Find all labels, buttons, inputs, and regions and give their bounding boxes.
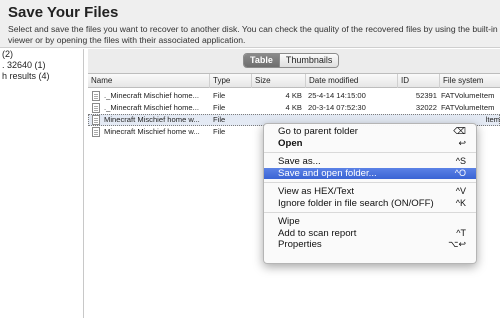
menu-item-label: Wipe <box>278 216 300 227</box>
file-icon <box>92 91 100 101</box>
menu-item-label: Go to parent folder <box>278 126 358 137</box>
menu-item-wipe[interactable]: Wipe <box>264 216 476 228</box>
cell-type: File <box>213 127 226 136</box>
view-toggle: Table Thumbnails <box>243 53 340 68</box>
column-header-date[interactable]: Date modified <box>306 74 398 88</box>
sidebar: (2) . 32640 (1) h results (4) <box>0 49 84 318</box>
column-header-size[interactable]: Size <box>252 74 306 88</box>
menu-item-shortcut: ⌥↩ <box>448 239 466 249</box>
menu-separator <box>264 152 476 153</box>
menu-item-label: Properties <box>278 239 322 250</box>
menu-item-label: Open <box>278 137 303 149</box>
menu-item-label: Add to scan report <box>278 227 357 239</box>
menu-separator <box>264 212 476 213</box>
sidebar-item[interactable]: . 32640 (1) <box>0 60 83 71</box>
context-menu: Go to parent folder ⌫ Open ↩ Save as... … <box>263 123 477 264</box>
cell-name: ._Minecraft Mischief home... <box>104 103 199 112</box>
menu-item-shortcut: ^S <box>455 156 466 166</box>
file-icon <box>92 103 100 113</box>
cell-date: 25-4-14 14:15:00 <box>308 91 366 100</box>
table-view-button[interactable]: Table <box>244 54 279 67</box>
cell-name: Minecraft Mischief home w... <box>104 115 200 124</box>
menu-item-save-and-open-folder[interactable]: Save and open folder... ^O <box>264 167 476 179</box>
table-row[interactable]: ._Minecraft Mischief home... File 4 KB 2… <box>88 102 500 114</box>
cell-type: File <box>213 103 226 112</box>
cell-size: 4 KB <box>285 103 302 112</box>
column-header-name[interactable]: Name <box>88 74 210 88</box>
menu-item-shortcut: ^K <box>455 197 466 208</box>
file-icon <box>92 127 100 137</box>
cell-size: 4 KB <box>285 91 302 100</box>
cell-filesystem: FATVolumeItem <box>441 91 495 100</box>
menu-item-shortcut: ⌫ <box>453 126 466 136</box>
cell-type: File <box>213 115 226 124</box>
cell-id: 32022 <box>415 103 437 112</box>
header: Save Your Files Select and save the file… <box>0 0 500 48</box>
thumbnails-view-button[interactable]: Thumbnails <box>278 54 339 67</box>
menu-item-shortcut: ^T <box>456 227 466 238</box>
cell-filesystem: FATVolumeItem <box>441 103 495 112</box>
column-header-filesystem[interactable]: File system <box>440 74 500 88</box>
column-header-id[interactable]: ID <box>398 74 440 88</box>
cell-name: Minecraft Mischief home w... <box>104 127 200 136</box>
file-icon <box>92 115 100 125</box>
cell-type: File <box>213 91 226 100</box>
sidebar-item[interactable]: (2) <box>0 49 83 60</box>
cell-name: ._Minecraft Mischief home... <box>104 91 199 100</box>
table-header: Name Type Size Date modified ID File sys… <box>88 74 500 88</box>
menu-item-open[interactable]: Open ↩ <box>264 138 476 150</box>
menu-item-shortcut: ^O <box>454 167 466 178</box>
menu-item-view-as-hex[interactable]: View as HEX/Text ^V <box>264 186 476 198</box>
sidebar-item[interactable]: h results (4) <box>0 71 83 82</box>
column-header-type[interactable]: Type <box>210 74 252 88</box>
menu-item-label: Save as... <box>278 156 321 167</box>
menu-item-ignore-folder[interactable]: Ignore folder in file search (ON/OFF) ^K <box>264 198 476 210</box>
menu-item-add-to-scan-report[interactable]: Add to scan report ^T <box>264 228 476 240</box>
page-title: Save Your Files <box>8 4 119 21</box>
menu-item-shortcut: ^V <box>455 186 466 196</box>
menu-item-shortcut: ↩ <box>458 137 466 148</box>
menu-item-label: View as HEX/Text <box>278 186 355 197</box>
menu-item-label: Save and open folder... <box>278 167 377 179</box>
menu-separator <box>264 182 476 183</box>
menu-item-label: Ignore folder in file search (ON/OFF) <box>278 197 434 209</box>
page-description: Select and save the files you want to re… <box>8 24 498 45</box>
cell-date: 20-3-14 07:52:30 <box>308 103 366 112</box>
menu-item-go-to-parent-folder[interactable]: Go to parent folder ⌫ <box>264 126 476 138</box>
menu-item-save-as[interactable]: Save as... ^S <box>264 156 476 168</box>
table-row[interactable]: ._Minecraft Mischief home... File 4 KB 2… <box>88 90 500 102</box>
menu-item-properties[interactable]: Properties ⌥↩ <box>264 239 476 251</box>
cell-id: 52391 <box>415 91 437 100</box>
